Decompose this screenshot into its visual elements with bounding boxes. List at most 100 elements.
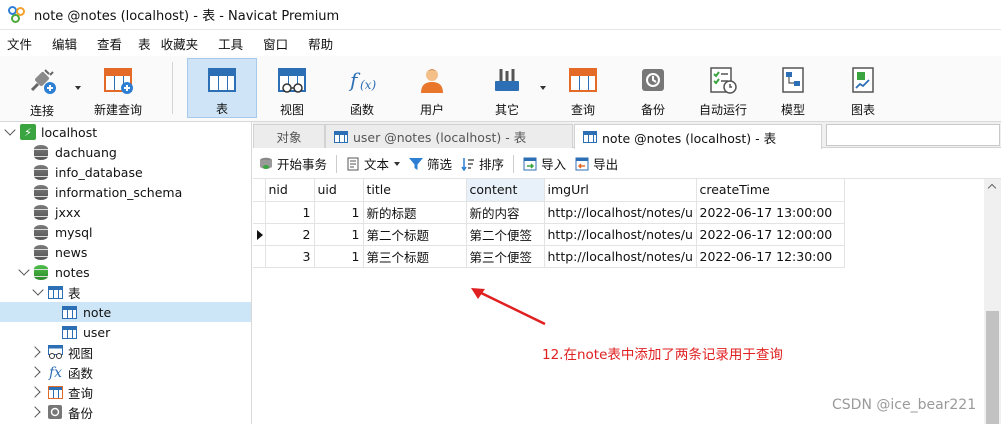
- tree-group-tables[interactable]: 表: [0, 282, 251, 302]
- cell-createtime[interactable]: 2022-06-17 12:30:00: [696, 245, 845, 268]
- user-button[interactable]: 用户: [397, 58, 467, 118]
- table-button[interactable]: 表: [187, 58, 257, 118]
- chevron-down-icon[interactable]: [32, 284, 44, 296]
- text-view-dropdown-icon[interactable]: [394, 161, 401, 166]
- column-header-title[interactable]: title: [363, 179, 467, 202]
- svg-text:fx: fx: [48, 365, 62, 381]
- table-row[interactable]: 2 1 第二个标题 第二个便签 http://localhost/notes/u…: [253, 223, 845, 246]
- new-query-button[interactable]: 新建查询: [83, 58, 153, 118]
- cell-imgurl[interactable]: http://localhost/notes/upl: [544, 201, 697, 224]
- menu-file[interactable]: 文件: [0, 34, 42, 53]
- row-marker[interactable]: [253, 201, 266, 224]
- table-row[interactable]: 3 1 第三个标题 第三个便签 http://localhost/notes/u…: [253, 245, 845, 268]
- vertical-scrollbar[interactable]: [984, 179, 1001, 424]
- tree-db-info-database[interactable]: info_database: [0, 162, 251, 182]
- tree-connection-localhost[interactable]: ⚡ localhost: [0, 122, 251, 142]
- cell-createtime[interactable]: 2022-06-17 12:00:00: [696, 223, 845, 246]
- connection-label: localhost: [41, 124, 98, 140]
- filter-icon: [409, 157, 424, 171]
- row-marker[interactable]: [253, 245, 266, 268]
- import-button[interactable]: 导入: [523, 153, 566, 175]
- tree-table-note[interactable]: note: [0, 302, 251, 322]
- other-dropdown-icon[interactable]: [540, 86, 546, 90]
- column-header-imgurl[interactable]: imgUrl: [544, 179, 697, 202]
- cell-title[interactable]: 新的标题: [363, 201, 467, 224]
- cell-uid[interactable]: 1: [314, 245, 364, 268]
- chevron-right-icon[interactable]: [29, 366, 41, 378]
- export-label: 导出: [593, 157, 619, 172]
- chevron-right-icon[interactable]: [29, 406, 41, 418]
- text-view-button[interactable]: 文本: [346, 153, 401, 175]
- cell-title[interactable]: 第二个标题: [363, 223, 467, 246]
- chevron-right-icon[interactable]: [29, 386, 41, 398]
- database-label: notes: [55, 264, 90, 280]
- menu-table[interactable]: 表: [132, 34, 157, 53]
- menu-view[interactable]: 查看: [87, 34, 132, 53]
- table-label: note: [83, 304, 112, 320]
- tree-db-notes[interactable]: notes: [0, 262, 251, 282]
- menu-edit[interactable]: 编辑: [42, 34, 87, 53]
- view-button[interactable]: 视图: [257, 58, 327, 118]
- tab-objects[interactable]: 对象: [253, 124, 325, 148]
- menu-window[interactable]: 窗口: [253, 34, 298, 53]
- object-tree: ⚡ localhost dachuang info_database infor…: [0, 122, 252, 424]
- backup-button[interactable]: 备份: [618, 58, 688, 118]
- tree-group-functions[interactable]: fx 函数: [0, 362, 251, 382]
- tree-group-backups[interactable]: 备份: [0, 402, 251, 422]
- tree-group-queries[interactable]: 查询: [0, 382, 251, 402]
- tree-table-user[interactable]: user: [0, 322, 251, 342]
- cell-title[interactable]: 第三个标题: [363, 245, 467, 268]
- column-header-createtime[interactable]: createTime: [696, 179, 845, 202]
- connect-button[interactable]: 连接: [7, 58, 77, 118]
- connect-dropdown-icon[interactable]: [75, 86, 81, 90]
- tab-note-table[interactable]: note @notes (localhost) - 表: [574, 124, 822, 149]
- model-button[interactable]: 模型: [758, 58, 828, 118]
- cell-nid[interactable]: 2: [265, 223, 315, 246]
- cell-content[interactable]: 新的内容: [466, 201, 545, 224]
- cell-content[interactable]: 第二个便签: [466, 223, 545, 246]
- filter-button[interactable]: 筛选: [409, 153, 452, 175]
- row-marker[interactable]: [253, 223, 266, 246]
- tree-group-views[interactable]: 视图: [0, 342, 251, 362]
- query-button[interactable]: 查询: [548, 58, 618, 118]
- database-label: info_database: [55, 164, 143, 180]
- cell-uid[interactable]: 1: [314, 201, 364, 224]
- tree-db-information-schema[interactable]: information_schema: [0, 182, 251, 202]
- tab-user-table[interactable]: user @notes (localhost) - 表: [325, 124, 573, 148]
- cell-uid[interactable]: 1: [314, 223, 364, 246]
- cell-createtime[interactable]: 2022-06-17 13:00:00: [696, 201, 845, 224]
- column-header-uid[interactable]: uid: [314, 179, 364, 202]
- table-row[interactable]: 1 1 新的标题 新的内容 http://localhost/notes/upl…: [253, 201, 845, 224]
- table-icon: [583, 131, 597, 143]
- scroll-up-icon[interactable]: [987, 183, 997, 193]
- chevron-right-icon[interactable]: [29, 346, 41, 358]
- menu-tools[interactable]: 工具: [208, 34, 253, 53]
- table-label: user: [83, 324, 111, 340]
- tree-db-dachuang[interactable]: dachuang: [0, 142, 251, 162]
- chevron-down-icon[interactable]: [4, 124, 16, 136]
- chevron-down-icon[interactable]: [18, 264, 30, 276]
- object-filter-input[interactable]: [826, 124, 1000, 146]
- model-icon: [777, 64, 809, 95]
- cell-imgurl[interactable]: http://localhost/notes/upl: [544, 245, 697, 268]
- automation-button[interactable]: 自动运行: [688, 58, 758, 118]
- cell-content[interactable]: 第三个便签: [466, 245, 545, 268]
- begin-transaction-button[interactable]: 开始事务: [259, 153, 327, 175]
- export-button[interactable]: 导出: [575, 153, 618, 175]
- scrollbar-thumb[interactable]: [986, 311, 999, 424]
- function-button[interactable]: f (x) 函数: [327, 58, 397, 118]
- tree-db-mysql[interactable]: mysql: [0, 222, 251, 242]
- chart-button[interactable]: 图表: [828, 58, 898, 118]
- menu-help[interactable]: 帮助: [298, 34, 343, 53]
- column-header-content[interactable]: content: [466, 179, 545, 202]
- cell-nid[interactable]: 1: [265, 201, 315, 224]
- column-header-nid[interactable]: nid: [265, 179, 315, 202]
- view-icon: [48, 345, 63, 362]
- other-button[interactable]: 其它: [472, 58, 542, 118]
- cell-nid[interactable]: 3: [265, 245, 315, 268]
- menu-favorites[interactable]: 收藏夹: [157, 34, 209, 53]
- tree-db-jxxx[interactable]: jxxx: [0, 202, 251, 222]
- sort-button[interactable]: 排序: [461, 153, 504, 175]
- tree-db-news[interactable]: news: [0, 242, 251, 262]
- cell-imgurl[interactable]: http://localhost/notes/upl: [544, 223, 697, 246]
